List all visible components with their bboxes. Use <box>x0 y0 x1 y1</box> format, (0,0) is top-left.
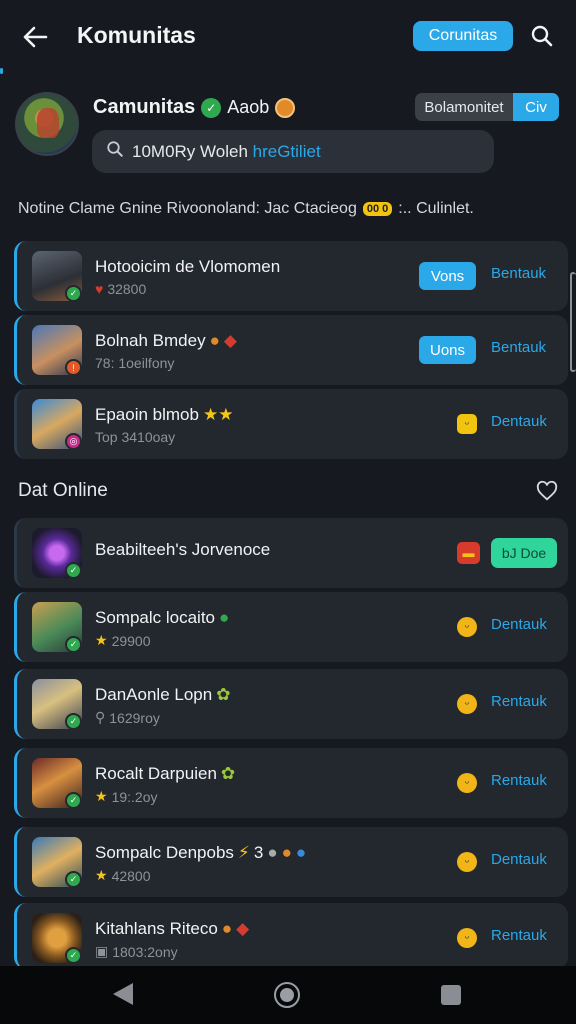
emoji-icon[interactable]: ᵕ <box>457 694 477 714</box>
item-title: Bolnah Bmdey ● ◆ <box>95 331 237 350</box>
list-item[interactable]: ✓ DanAonle Lopn ✿ ⚲ 1629roy ᵕ Rentauk <box>14 669 568 739</box>
search-field-icon <box>106 140 124 163</box>
item-title: Sompalc locaito ● <box>95 608 230 627</box>
coin-icon: ● <box>281 843 292 862</box>
green-action-button[interactable]: bJ Doe <box>491 538 557 568</box>
item-meta: 78: 1oeilfony <box>95 355 175 371</box>
star-icon: ★★ <box>202 405 234 424</box>
search-value: 10M0Ry Woleh hreGtiliet <box>132 141 321 161</box>
list-item[interactable]: ! Bolnah Bmdey ● ◆ 78: 1oeilfony Uons Bent… <box>14 315 568 385</box>
scroll-handle[interactable] <box>570 272 576 372</box>
item-meta: ⚲ 1629roy <box>95 709 160 726</box>
item-meta: ▣ 1803:2ony <box>95 943 178 960</box>
list-item[interactable]: ✓ Beabilteeh's Jorvenoce ▬ bJ Doe <box>14 518 568 588</box>
emoji-icon[interactable]: ᵕ <box>457 773 477 793</box>
status-badge-icon: ✓ <box>65 871 82 888</box>
top-bar: Komunitas Corunitas <box>0 0 576 72</box>
item-title: Sompalc Denpobs ⚡ 3 ● ● ● <box>95 843 307 862</box>
item-title: Beabilteeh's Jorvenoce <box>95 540 271 559</box>
list-item[interactable]: ✓ Sompalc locaito ● ★ 29900 ᵕ Dentauk <box>14 592 568 662</box>
back-arrow-icon[interactable] <box>18 20 52 54</box>
page-title: Komunitas <box>77 22 196 48</box>
emoji-icon[interactable]: ᵕ <box>457 617 477 637</box>
nav-recent-icon[interactable] <box>441 985 461 1005</box>
community-avatar[interactable] <box>15 92 79 156</box>
item-link[interactable]: Dentauk <box>491 616 547 633</box>
verified-icon: ✓ <box>201 97 222 118</box>
nav-back-icon[interactable] <box>113 983 133 1005</box>
leaf-icon: ✿ <box>220 764 236 783</box>
item-link[interactable]: Rentauk <box>491 927 547 944</box>
star-icon: ★ <box>95 788 108 804</box>
item-meta: ★ 29900 <box>95 632 151 649</box>
profile-name-row: Camunitas ✓ Aaob <box>93 96 296 119</box>
gem-icon: ◆ <box>236 919 250 938</box>
item-meta: ★ 42800 <box>95 867 151 884</box>
item-title: Hotooicim de Vlomomen <box>95 257 281 276</box>
list-item[interactable]: ✓ Sompalc Denpobs ⚡ 3 ● ● ● ★ 42800 ᵕ Dentauk <box>14 827 568 897</box>
search-icon[interactable] <box>527 21 557 51</box>
item-action-button[interactable]: Vons <box>419 262 476 290</box>
item-link[interactable]: Bentauk <box>491 265 546 282</box>
status-badge-icon: ✓ <box>65 562 82 579</box>
star-icon: ★ <box>95 867 108 883</box>
item-action-button[interactable]: Uons <box>419 336 476 364</box>
edge-indicator <box>0 68 3 74</box>
item-title: DanAonle Lopn ✿ <box>95 685 231 704</box>
emoji-icon[interactable]: ᵕ <box>457 852 477 872</box>
person-icon: ⚲ <box>95 709 106 725</box>
status-badge-icon: ◎ <box>65 433 82 450</box>
coin-icon: ● <box>295 843 307 862</box>
coin-icon: ● <box>221 919 233 938</box>
item-link[interactable]: Dentauk <box>491 851 547 868</box>
list-item[interactable]: ✓ Kitahlans Riteco ● ◆ ▣ 1803:2ony ᵕ Rentau… <box>14 903 568 969</box>
list-item[interactable]: ✓ Rocalt Darpuien ✿ ★ 19:.2oy ᵕ Rentauk <box>14 748 568 818</box>
item-title: Epaoin blmob ★★ <box>95 405 234 424</box>
notice-text: Notine Clame Gnine Rivoonoland: Jac Ctac… <box>18 200 357 217</box>
community-chip-button[interactable]: Corunitas <box>413 21 513 51</box>
status-badge-icon: ✓ <box>65 285 82 302</box>
list-item[interactable]: ✓ Hotooicim de Vlomomen ♥ 32800 Vons Bent… <box>14 241 568 311</box>
coin-icon: ● <box>209 331 220 350</box>
gem-icon: ◆ <box>223 331 237 350</box>
item-meta: Top 3410oay <box>95 429 176 445</box>
status-badge-icon: ✓ <box>65 636 82 653</box>
section-title: Dat Online <box>18 480 108 501</box>
segment-right[interactable]: Civ <box>513 93 559 121</box>
coin-icon <box>275 97 296 118</box>
item-title: Kitahlans Riteco ● ◆ <box>95 919 250 938</box>
status-badge-icon: ✓ <box>65 792 82 809</box>
box-icon: ▣ <box>95 943 109 959</box>
segment-toggle[interactable]: Bolamonitet Civ <box>415 93 559 121</box>
notice-bar: Notine Clame Gnine Rivoonoland: Jac Ctac… <box>18 200 558 218</box>
profile-sub: Aaob <box>227 97 270 117</box>
leaf-icon: ✿ <box>216 685 231 704</box>
heart-icon: ♥ <box>95 281 104 297</box>
item-meta: ♥ 32800 <box>95 281 147 297</box>
bolt-icon: ⚡ <box>237 843 250 862</box>
item-link[interactable]: Rentauk <box>491 772 547 789</box>
notice-chip: 00 0 <box>362 202 393 216</box>
notice-trailing: :.. Culinlet. <box>398 200 474 217</box>
emoji-icon[interactable]: ᵕ <box>457 928 477 948</box>
item-link[interactable]: Bentauk <box>491 339 546 356</box>
profile-name: Camunitas <box>93 96 196 118</box>
search-input[interactable]: 10M0Ry Woleh hreGtiliet <box>92 130 494 173</box>
nav-home-icon[interactable] <box>274 982 300 1008</box>
status-badge-icon: ! <box>65 359 82 376</box>
item-title: Rocalt Darpuien ✿ <box>95 764 236 783</box>
item-link[interactable]: Dentauk <box>491 413 547 430</box>
emoji-icon[interactable]: ᵕ <box>457 414 477 434</box>
coin-icon: ● <box>267 843 278 862</box>
item-meta: ★ 19:.2oy <box>95 788 158 805</box>
status-badge-icon: ✓ <box>65 713 82 730</box>
list-item[interactable]: ◎ Epaoin blmob ★★ Top 3410oay ᵕ Dentauk <box>14 389 568 459</box>
segment-left[interactable]: Bolamonitet <box>415 93 513 121</box>
status-badge-icon: ✓ <box>65 947 82 964</box>
verified-icon: ● <box>219 608 230 627</box>
heart-icon[interactable] <box>536 480 558 502</box>
item-link[interactable]: Rentauk <box>491 693 547 710</box>
alert-icon[interactable]: ▬ <box>457 542 480 564</box>
star-icon: ★ <box>95 632 108 648</box>
